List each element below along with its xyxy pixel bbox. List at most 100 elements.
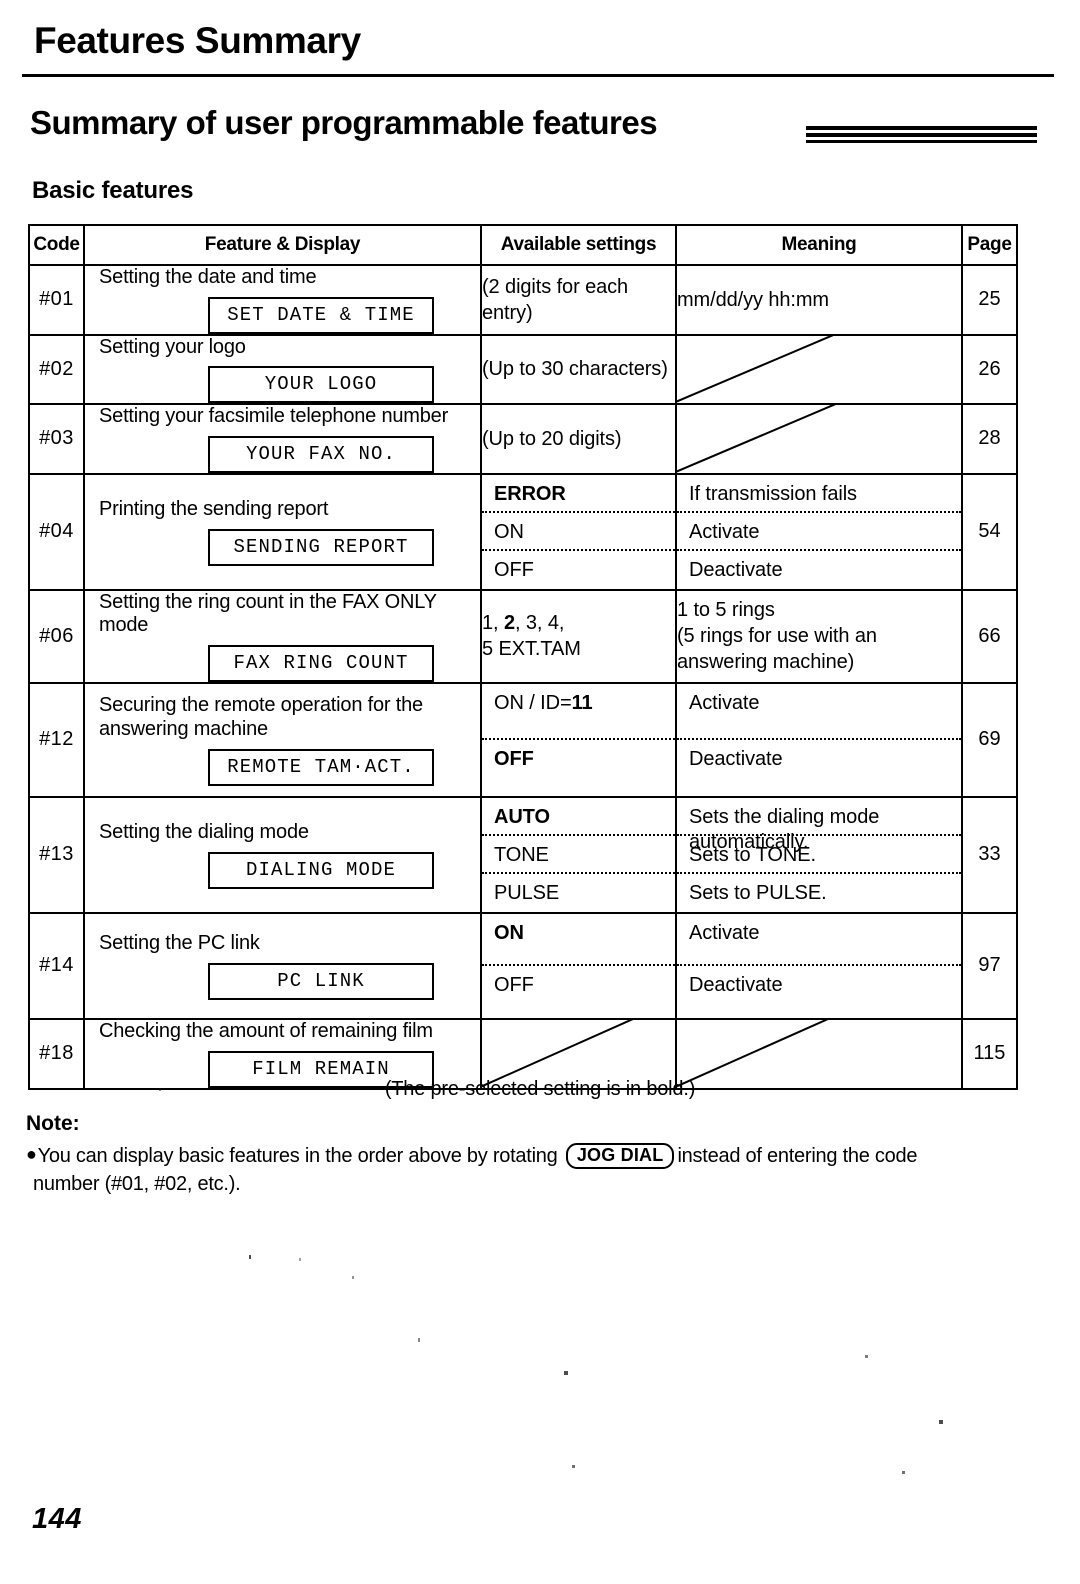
meaning: 1 to 5 rings (5 rings for use with an an… xyxy=(675,588,963,684)
lcd-display: REMOTE TAM·ACT. xyxy=(208,748,434,786)
meaning-text: 1 to 5 rings xyxy=(677,599,775,622)
feature-cell: Setting your logo YOUR LOGO xyxy=(83,333,482,406)
setting-option: ON xyxy=(482,914,675,966)
column-header-code: Code xyxy=(28,224,85,266)
feature-code: #01 xyxy=(28,264,85,336)
available-settings: 1, 2, 3, 4, 5 EXT.TAM xyxy=(480,588,677,684)
page-reference: 54 xyxy=(961,472,1018,591)
table-row: #14 Setting the PC link PC LINK ON OFF A… xyxy=(28,911,1018,1020)
feature-label: Setting the date and time xyxy=(99,266,317,288)
feature-code: #12 xyxy=(28,681,85,798)
meaning-text: Activate xyxy=(677,914,961,966)
section-title: Summary of user programmable features xyxy=(30,104,658,141)
feature-label: Setting your logo xyxy=(99,335,246,358)
scan-speckle xyxy=(418,1338,420,1342)
note-text-after: instead of entering the code xyxy=(677,1145,918,1167)
feature-cell: Printing the sending report SENDING REPO… xyxy=(83,472,482,591)
table-row: #04 Printing the sending report SENDING … xyxy=(28,472,1018,591)
meaning: Activate Deactivate xyxy=(675,911,963,1020)
bullet-icon: ● xyxy=(26,1144,37,1164)
meaning-not-applicable xyxy=(675,403,963,475)
table-row: #06 Setting the ring count in the FAX ON… xyxy=(28,588,1018,684)
feature-cell: Setting the PC link PC LINK xyxy=(83,911,482,1020)
note-text-line2: number (#01, #02, etc.). xyxy=(33,1173,241,1196)
setting-option-default: 2 xyxy=(503,612,515,635)
setting-option-id: 11 xyxy=(571,691,593,714)
column-header-feature: Feature & Display xyxy=(83,224,482,266)
scan-speckle xyxy=(902,1471,905,1474)
scan-speckle xyxy=(572,1465,575,1468)
feature-cell: Securing the remote operation for the an… xyxy=(83,681,482,798)
subsection-title: Basic features xyxy=(32,177,194,204)
setting-option: AUTO xyxy=(482,798,675,836)
feature-code: #02 xyxy=(28,333,85,406)
column-header-page: Page xyxy=(961,224,1018,266)
setting-option: PULSE xyxy=(494,881,560,904)
feature-label: Setting the dialing mode xyxy=(99,821,309,844)
page-reference: 33 xyxy=(961,795,1018,914)
feature-label: Setting your facsimile telephone number xyxy=(99,405,449,428)
table-row: #02 Setting your logo YOUR LOGO (Up to 3… xyxy=(28,333,1018,406)
table-row: #01 Setting the date and time SET DATE &… xyxy=(28,264,1018,336)
feature-label: Setting the PC link xyxy=(99,932,260,955)
available-settings: (Up to 20 digits) xyxy=(480,403,677,475)
meaning-text: Sets to PULSE. xyxy=(689,881,827,904)
scan-speckle xyxy=(159,1088,161,1091)
setting-option: TONE xyxy=(482,836,675,874)
document-page: Features Summary Summary of user program… xyxy=(0,0,1080,1584)
meaning-text: Deactivate xyxy=(689,558,783,581)
page-reference: 69 xyxy=(961,681,1018,798)
available-settings: AUTO TONE PULSE xyxy=(480,795,677,914)
table-header-row: Code Feature & Display Available setting… xyxy=(28,224,1018,266)
scan-speckle xyxy=(299,1258,301,1261)
setting-option: OFF xyxy=(494,973,534,996)
lcd-display: DIALING MODE xyxy=(208,851,434,889)
column-header-meaning: Meaning xyxy=(675,224,963,266)
setting-option: ON / ID=11 xyxy=(482,684,675,740)
table-row: #12 Securing the remote operation for th… xyxy=(28,681,1018,798)
available-settings: ERROR ON OFF xyxy=(480,472,677,591)
page-reference: 97 xyxy=(961,911,1018,1020)
meaning-text: answering machine) xyxy=(677,651,855,674)
available-settings: ON OFF xyxy=(480,911,677,1020)
scan-speckle xyxy=(352,1276,354,1279)
feature-label: Securing the remote operation for the an… xyxy=(99,694,423,740)
meaning: If transmission fails Activate Deactivat… xyxy=(675,472,963,591)
meaning: Activate Deactivate xyxy=(675,681,963,798)
feature-cell: Setting the date and time SET DATE & TIM… xyxy=(83,264,482,336)
basic-features-table: Code Feature & Display Available setting… xyxy=(28,224,1018,1090)
column-header-avail: Available settings xyxy=(480,224,677,266)
chapter-rule xyxy=(22,74,1054,77)
lcd-display: SET DATE & TIME xyxy=(208,296,434,334)
page-number: 144 xyxy=(32,1503,82,1535)
setting-option: 5 EXT.TAM xyxy=(482,638,581,661)
note-heading: Note: xyxy=(26,1112,80,1135)
meaning-text: Activate xyxy=(677,513,961,551)
lcd-display: FAX RING COUNT xyxy=(208,644,434,682)
meaning-text: Sets the dialing mode automatically. xyxy=(677,798,961,853)
scan-speckle xyxy=(564,1371,568,1375)
page-reference: 26 xyxy=(961,333,1018,406)
meaning-text: Activate xyxy=(677,684,961,740)
feature-cell: Setting your facsimile telephone number … xyxy=(83,403,482,475)
available-settings: (2 digits for each entry) xyxy=(480,264,677,336)
meaning-text: Deactivate xyxy=(689,747,783,770)
jog-dial-button[interactable]: JOG DIAL xyxy=(565,1143,675,1169)
available-settings: ON / ID=11 OFF xyxy=(480,681,677,798)
meaning-text: (5 rings for use with an xyxy=(677,625,877,648)
feature-cell: Setting the ring count in the FAX ONLY m… xyxy=(83,588,482,684)
meaning-not-applicable xyxy=(675,333,963,406)
scan-speckle xyxy=(249,1255,251,1259)
setting-option-part: ON / ID= xyxy=(494,691,572,714)
meaning: Sets the dialing mode automatically. Set… xyxy=(675,795,963,914)
scan-speckle xyxy=(939,1420,943,1424)
feature-label: Setting the ring count in the FAX ONLY m… xyxy=(99,590,437,637)
lcd-display: PC LINK xyxy=(208,962,434,1000)
scan-speckle xyxy=(865,1355,868,1358)
preselected-setting-note: (The pre-selected setting is in bold.) xyxy=(384,1078,696,1100)
lcd-display: SENDING REPORT xyxy=(208,528,434,566)
table-row: #03 Setting your facsimile telephone num… xyxy=(28,403,1018,475)
setting-option-part: , 3, 4, xyxy=(514,612,565,635)
feature-code: #14 xyxy=(28,911,85,1020)
feature-label: Checking the amount of remaining film xyxy=(99,1019,433,1042)
